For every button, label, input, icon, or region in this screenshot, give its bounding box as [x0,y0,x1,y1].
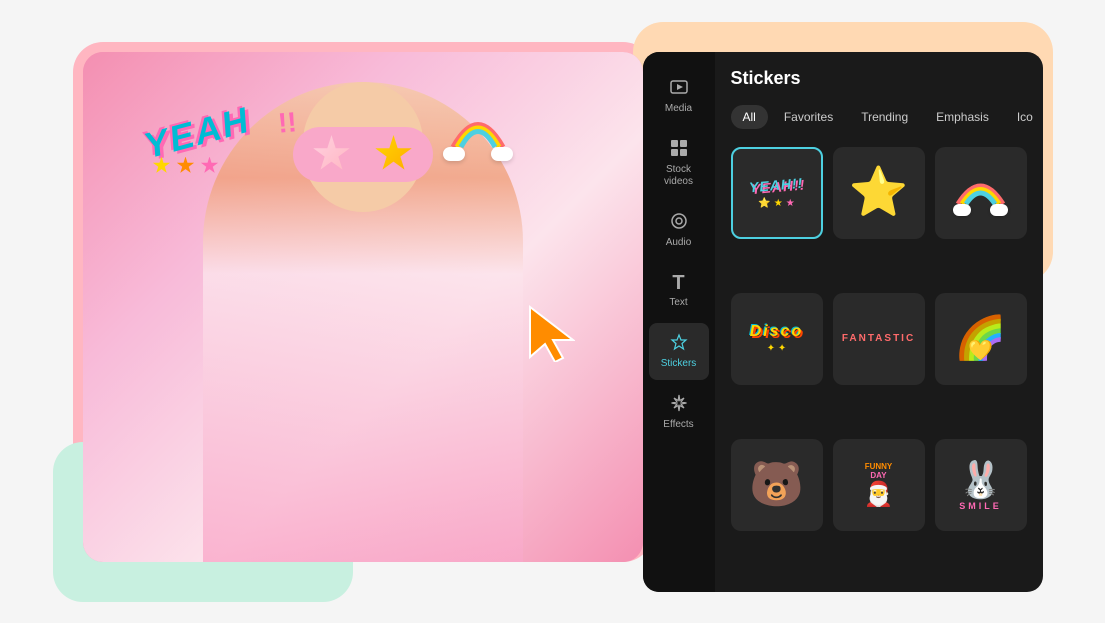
sidebar-text-label: Text [669,297,687,309]
cloud-left [443,147,465,161]
tab-all[interactable]: All [731,105,768,129]
panel-title: Stickers [731,68,1027,89]
stock-videos-icon [670,139,688,160]
text-icon: T [672,273,684,293]
rainbow-sticker-overlay [443,107,513,161]
cell-cloud-right [990,204,1008,216]
tab-icons[interactable]: Ico [1005,105,1043,129]
mini-star-1 [153,157,171,175]
cloud-right [491,147,513,161]
sidebar-item-stickers[interactable]: Stickers [649,323,709,380]
sticker-smile[interactable]: 🐰 SMILE [935,439,1027,531]
funnyday-top: FUNNY [864,462,894,471]
sleep-mask [293,127,433,182]
stickers-icon [670,333,688,354]
star-emoji: ⭐ [849,169,909,217]
sticker-star[interactable]: ⭐ [833,147,925,239]
sidebar: Media Stock videos Audio T Text [643,52,715,592]
sidebar-item-text[interactable]: T Text [649,263,709,319]
editor-panel: Media Stock videos Audio T Text [643,52,1043,592]
yeah-exclaim-overlay: !! [276,106,297,140]
fantastic-text: FANTASTIC [838,329,919,348]
disco-stars: ✦ ✦ [750,343,804,354]
panel-content: Stickers All Favorites Trending Emphasis… [715,52,1043,592]
heart-overlay: 💛 [968,338,993,363]
sticker-bear[interactable]: 🐻 [731,439,823,531]
audio-icon [670,212,688,233]
rainbow-cell-svg [953,170,1008,208]
woman-head [303,82,423,212]
mini-star-2 [177,157,195,175]
effects-icon [670,394,688,415]
sticker-heart-rainbow[interactable]: 🌈 💛 [935,293,1027,385]
photo-canvas: YEAH !! [83,52,643,562]
smile-content: 🐰 SMILE [958,459,1003,511]
sidebar-stock-label: Stock videos [655,164,703,188]
rabbit-emoji: 🐰 [958,459,1003,500]
funnyday-bottom: DAY [864,471,894,480]
yeah-sticker-text: YEAH!! [749,174,804,195]
smile-text: SMILE [958,501,1003,511]
sidebar-effects-label: Effects [663,419,693,431]
mini-star-3 [201,157,219,175]
rainbow-clouds [443,147,513,161]
rainbow-sticker-cell [953,170,1008,216]
filter-tabs: All Favorites Trending Emphasis Ico ▾ [731,103,1027,131]
sticker-funnyday[interactable]: FUNNY DAY 🎅 [833,439,925,531]
tab-emphasis[interactable]: Emphasis [924,105,1001,129]
disco-sticker-content: Disco ✦ ✦ [750,323,804,354]
rainbow-cell-clouds [953,204,1008,216]
sidebar-stickers-label: Stickers [661,358,697,370]
scene-wrapper: YEAH !! [53,22,1053,602]
stars-decoration [153,157,219,175]
media-icon [670,78,688,99]
sticker-fantastic[interactable]: FANTASTIC [833,293,925,385]
sidebar-media-label: Media [665,103,692,115]
mask-star-right [375,135,413,173]
tab-trending[interactable]: Trending [849,105,920,129]
bear-emoji: 🐻 [749,463,804,507]
mask-star-left [313,135,351,173]
rainbow-arc-svg [443,107,513,152]
yeah-stars-row: ⭐ ★ ★ [749,198,803,209]
disco-text: Disco [750,323,804,341]
sidebar-item-stock-videos[interactable]: Stock videos [649,129,709,198]
sidebar-item-audio[interactable]: Audio [649,202,709,259]
funnyday-content: FUNNY DAY 🎅 [860,458,898,513]
sidebar-item-media[interactable]: Media [649,68,709,125]
stickers-grid: YEAH!! ⭐ ★ ★ ⭐ [731,147,1027,576]
sticker-disco[interactable]: Disco ✦ ✦ [731,293,823,385]
cell-cloud-left [953,204,971,216]
funnyday-icon: 🎅 [864,480,894,509]
tab-favorites[interactable]: Favorites [772,105,845,129]
sticker-rainbow[interactable] [935,147,1027,239]
sidebar-audio-label: Audio [666,237,692,249]
heart-rainbow-content: 🌈 💛 [954,314,1006,363]
sticker-yeah[interactable]: YEAH!! ⭐ ★ ★ [731,147,823,239]
sidebar-item-effects[interactable]: Effects [649,384,709,441]
